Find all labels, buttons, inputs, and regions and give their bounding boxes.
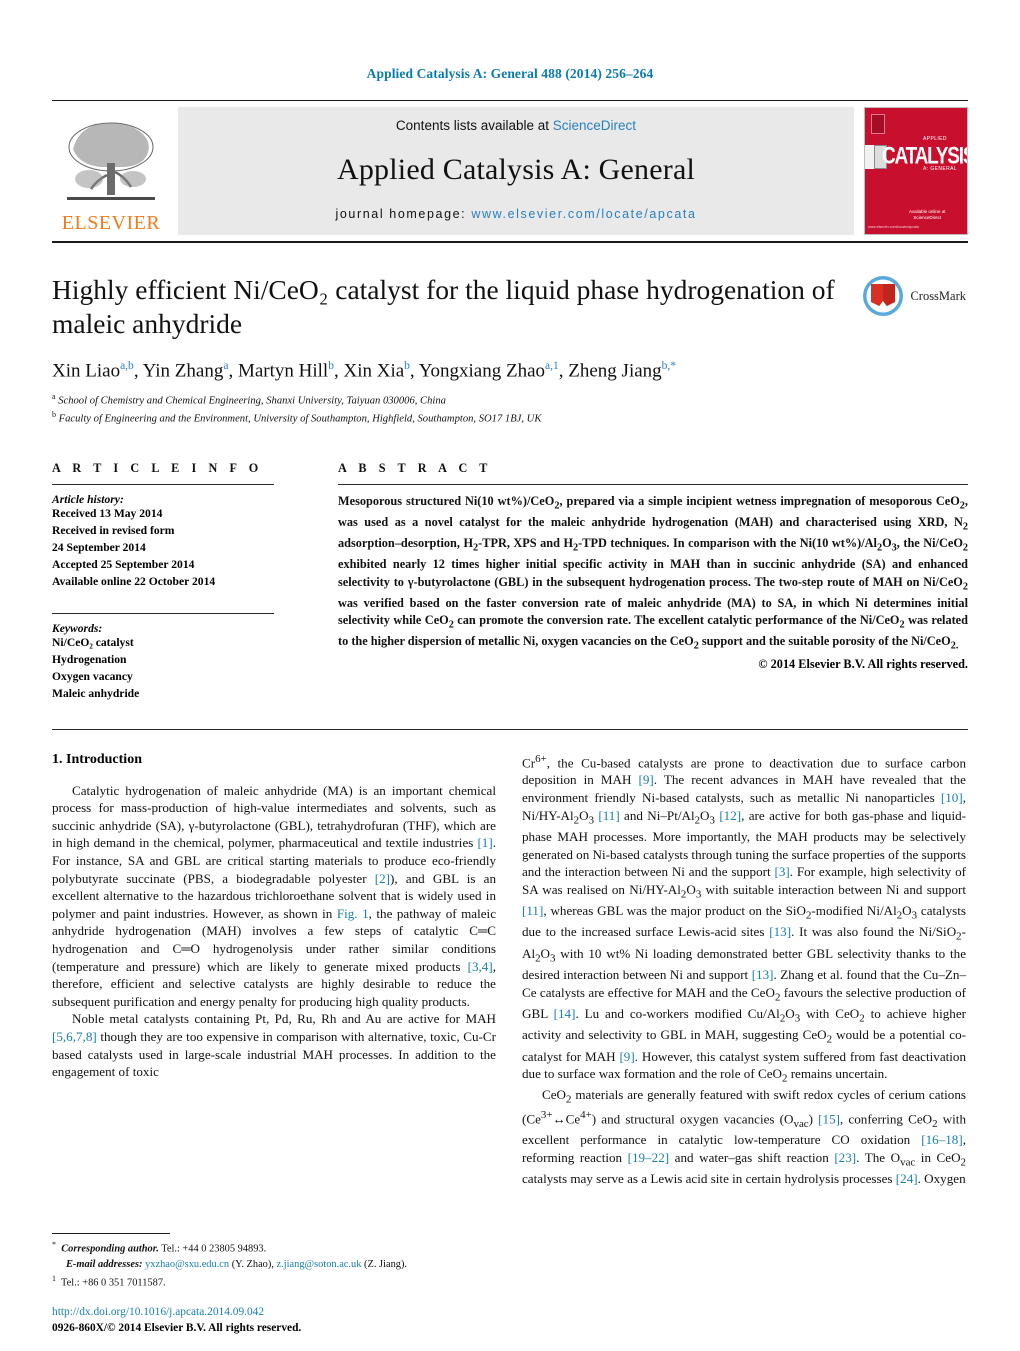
abstract-column: A B S T R A C T Mesoporous structured Ni… xyxy=(302,461,968,702)
crossmark-badge[interactable]: CrossMark xyxy=(862,275,966,317)
keywords-block: Keywords: Ni/CeO₂ catalyst Hydrogenation… xyxy=(52,622,274,703)
keywords-label: Keywords: xyxy=(52,621,103,635)
abstract-copyright: © 2014 Elsevier B.V. All rights reserved… xyxy=(758,657,968,672)
keyword-item: Hydrogenation xyxy=(52,652,127,666)
issn-copyright-line: 0926-860X/© 2014 Elsevier B.V. All right… xyxy=(52,1322,302,1335)
homepage-prefix: journal homepage: xyxy=(335,207,467,221)
intro-paragraph-1: Catalytic hydrogenation of maleic anhydr… xyxy=(52,782,497,1009)
sciencedirect-link[interactable]: ScienceDirect xyxy=(553,118,636,133)
history-line: Received in revised form xyxy=(52,524,175,538)
corresponding-author-note: * Corresponding author. Tel.: +44 0 2380… xyxy=(52,1240,267,1255)
crossmark-label: CrossMark xyxy=(910,288,966,303)
journal-cover-thumbnail: CATALYSIS APPLIED A: GENERAL Available o… xyxy=(864,107,968,235)
cover-series-top: APPLIED xyxy=(923,136,947,142)
abstract-rule xyxy=(338,484,968,486)
article-info-rule xyxy=(52,484,274,486)
masthead-bottom-rule xyxy=(52,241,968,243)
contents-list-line: Contents lists available at ScienceDirec… xyxy=(396,118,636,133)
intro-paragraph-4: CeO2 materials are generally featured wi… xyxy=(522,1087,966,1187)
footnotes-block: * Corresponding author. Tel.: +44 0 2380… xyxy=(52,1233,496,1291)
history-line: 24 September 2014 xyxy=(52,541,146,555)
journal-homepage-line: journal homepage: www.elsevier.com/locat… xyxy=(336,207,697,221)
journal-title: Applied Catalysis A: General xyxy=(336,153,696,186)
intro-paragraph-2: Noble metal catalysts containing Pt, Pd,… xyxy=(52,1011,496,1080)
elsevier-logo: ELSEVIER xyxy=(52,107,170,235)
history-line: Available online 22 October 2014 xyxy=(52,574,216,588)
info-abstract-section: A R T I C L E I N F O Article history: R… xyxy=(52,461,968,702)
crossmark-icon xyxy=(863,276,904,316)
elsevier-tree-icon xyxy=(67,122,155,200)
keyword-item: Maleic anhydride xyxy=(52,686,140,700)
page-title: Highly efficient Ni/CeO₂ catalyst for th… xyxy=(52,274,835,339)
article-history-lines: Received 13 May 2014 Received in revised… xyxy=(52,506,274,591)
keyword-item: Ni/CeO₂ catalyst xyxy=(52,635,134,649)
history-line: Received 13 May 2014 xyxy=(52,507,163,521)
email-addresses-note: E-mail addresses: yxzhao@sxu.edu.cn (Y. … xyxy=(66,1259,408,1271)
article-info-column: A R T I C L E I N F O Article history: R… xyxy=(52,461,302,702)
telephone-note: 1 Tel.: +86 0 351 7011587. xyxy=(52,1273,166,1289)
intro-paragraph-3: Cr6+, the Cu-based catalysts are prone t… xyxy=(522,752,967,1085)
cover-elsevier-mark-icon xyxy=(871,114,885,134)
affiliation-a: a School of Chemistry and Chemical Engin… xyxy=(52,392,446,407)
history-line: Accepted 25 September 2014 xyxy=(52,557,195,571)
abstract-text: Mesoporous structured Ni(10 wt%)/CeO2, p… xyxy=(338,494,969,652)
masthead-top-rule xyxy=(52,100,968,101)
affiliations: a School of Chemistry and Chemical Engin… xyxy=(52,391,968,427)
contents-prefix: Contents lists available at xyxy=(395,118,550,133)
cover-isbn-strip: www.elsevier.com/locate/apcata xyxy=(868,225,919,229)
article-info-heading: A R T I C L E I N F O xyxy=(52,461,263,476)
doi-link[interactable]: http://dx.doi.org/10.1016/j.apcata.2014.… xyxy=(52,1304,512,1321)
running-head: Applied Catalysis A: General 488 (2014) … xyxy=(366,66,654,81)
abstract-heading: A B S T R A C T xyxy=(338,461,493,476)
body-right-column: Cr6+, the Cu-based catalysts are prone t… xyxy=(522,752,966,1188)
footer-block: http://dx.doi.org/10.1016/j.apcata.2014.… xyxy=(52,1304,512,1337)
article-history-label: Article history: xyxy=(52,493,124,507)
journal-article-page: Applied Catalysis A: General 488 (2014) … xyxy=(0,0,1020,1351)
keywords-rule xyxy=(52,612,274,614)
body-left-column: 1. Introduction Catalytic hydrogenation … xyxy=(52,752,496,1188)
affiliation-b: b Faculty of Engineering and the Environ… xyxy=(52,410,542,425)
journal-masthead: ELSEVIER Contents lists available at Sci… xyxy=(52,100,968,243)
body-columns: 1. Introduction Catalytic hydrogenation … xyxy=(52,752,968,1188)
masthead-center-panel: Contents lists available at ScienceDirec… xyxy=(178,107,854,235)
keyword-item: Oxygen vacancy xyxy=(52,669,133,683)
section-divider-rule xyxy=(52,728,968,730)
author-list: Xin Liaoa,b, Yin Zhanga, Martyn Hillb, X… xyxy=(52,360,677,382)
elsevier-wordmark: ELSEVIER xyxy=(61,212,161,234)
footnote-rule xyxy=(52,1233,170,1235)
introduction-heading: 1. Introduction xyxy=(52,751,142,767)
homepage-url-link[interactable]: www.elsevier.com/locate/apcata xyxy=(471,207,696,221)
cover-series-bottom: A: GENERAL xyxy=(923,166,958,172)
title-block: CrossMark Highly efficient Ni/CeO₂ catal… xyxy=(52,273,968,427)
cover-footer-text: Available online at ScienceDirect xyxy=(909,208,946,221)
